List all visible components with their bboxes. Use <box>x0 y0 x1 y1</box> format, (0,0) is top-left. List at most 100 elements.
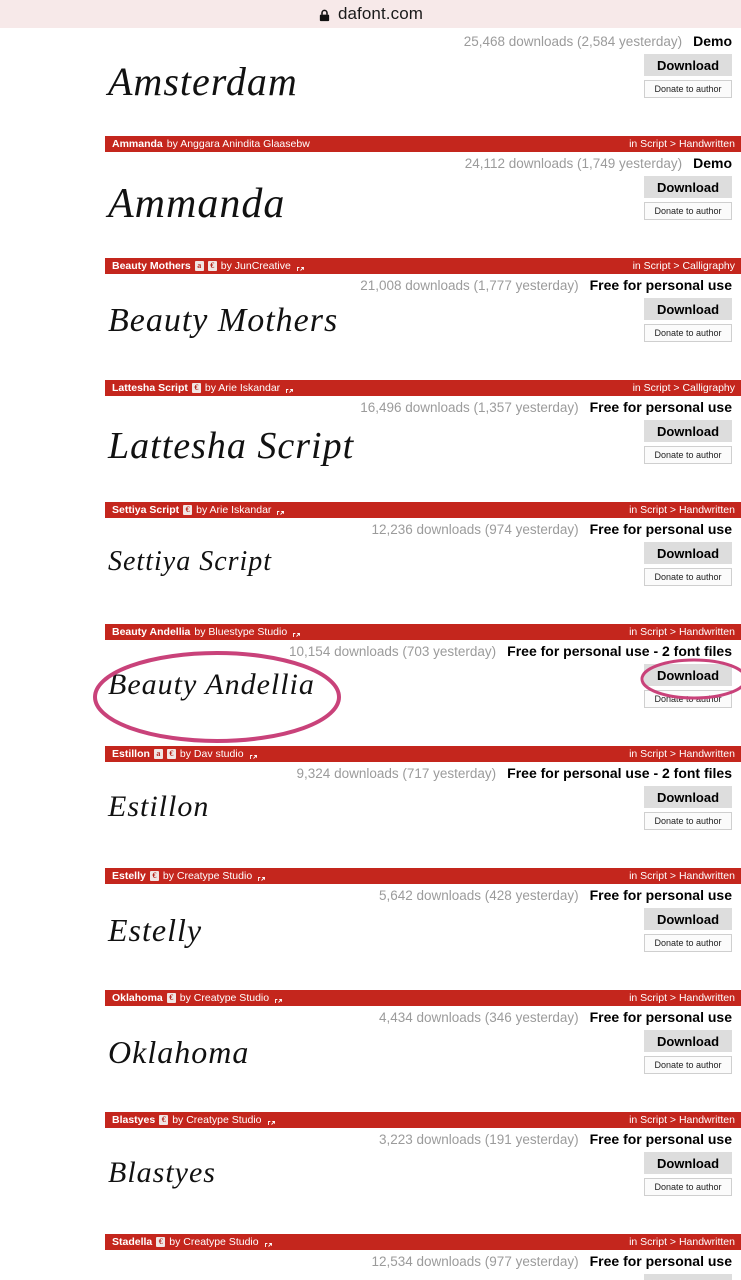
external-link-icon[interactable] <box>257 872 266 882</box>
downloads-count: 4,434 downloads (346 yesterday) <box>378 1010 579 1025</box>
font-name-link[interactable]: Estelly <box>112 871 146 882</box>
font-entry-body: Oklahoma Download Donate to author <box>0 1030 741 1074</box>
donate-to-author-button[interactable]: Donate to author <box>644 690 732 708</box>
font-entry-body: Settiya Script Download Donate to author <box>0 542 741 586</box>
font-action-buttons: Download Donate to author <box>644 786 741 830</box>
font-author-link[interactable]: by Creatype Studio <box>172 1115 261 1126</box>
font-action-buttons: Download Donate to author <box>644 1152 741 1196</box>
font-category-link[interactable]: in Script > Handwritten <box>629 627 735 638</box>
font-entry: Beauty Mothers a € by JunCreative in Script … <box>0 258 741 380</box>
font-category-link[interactable]: in Script > Calligraphy <box>633 261 735 272</box>
font-category-link[interactable]: in Script > Handwritten <box>629 871 735 882</box>
font-entry: Ammanda by Anggara Anindita Glaasebw in Sc… <box>0 136 741 258</box>
url-text: dafont.com <box>337 4 424 23</box>
downloads-count: 25,468 downloads (2,584 yesterday) <box>463 34 683 49</box>
download-button[interactable]: Download <box>644 1030 732 1052</box>
font-entry-header-left: Lattesha Script € by Arie Iskandar <box>112 383 633 394</box>
font-entry-header: Lattesha Script € by Arie Iskandar in Scrip… <box>105 380 741 396</box>
euro-badge-icon: € <box>207 261 217 271</box>
font-preview-text: Amsterdam <box>108 59 298 104</box>
download-button[interactable]: Download <box>644 298 732 320</box>
font-entry-header: Settiya Script € by Arie Iskandar in Script… <box>105 502 741 518</box>
donate-to-author-button[interactable]: Donate to author <box>644 202 732 220</box>
font-category-link[interactable]: in Script > Handwritten <box>629 505 735 516</box>
external-link-icon[interactable] <box>274 994 283 1004</box>
download-button[interactable]: Download <box>644 420 732 442</box>
external-link-icon[interactable] <box>276 506 285 516</box>
font-stats-row: 9,324 downloads (717 yesterday) Free for … <box>0 765 741 786</box>
external-link-icon[interactable] <box>249 750 258 760</box>
font-category-link[interactable]: in Script > Handwritten <box>629 1115 735 1126</box>
font-author-link[interactable]: by Anggara Anindita Glaasebw <box>167 139 310 150</box>
external-link-icon[interactable] <box>264 1238 273 1248</box>
download-button[interactable]: Download <box>644 908 732 930</box>
font-name-link[interactable]: Beauty Andellia <box>112 627 190 638</box>
font-stats-row: 3,223 downloads (191 yesterday) Free for … <box>0 1131 741 1152</box>
font-author-link[interactable]: by Arie Iskandar <box>205 383 280 394</box>
font-author-link[interactable]: by Creatype Studio <box>163 871 252 882</box>
euro-badge-icon: € <box>159 1115 169 1125</box>
font-author-link[interactable]: by JunCreative <box>221 261 291 272</box>
font-name-link[interactable]: Ammanda <box>112 139 163 150</box>
euro-badge-icon: € <box>191 383 201 393</box>
download-button[interactable]: Download <box>644 54 732 76</box>
donate-to-author-button[interactable]: Donate to author <box>644 446 732 464</box>
font-category-link[interactable]: in Script > Handwritten <box>629 993 735 1004</box>
font-entry-header: Stadella € by Creatype Studio in Script > H… <box>105 1234 741 1250</box>
download-button[interactable]: Download <box>644 1152 732 1174</box>
external-link-icon[interactable] <box>296 262 305 272</box>
font-author-link[interactable]: by Creatype Studio <box>180 993 269 1004</box>
font-entry-body: Blastyes Download Donate to author <box>0 1152 741 1196</box>
external-link-icon[interactable] <box>285 384 294 394</box>
font-name-link[interactable]: Estillon <box>112 749 150 760</box>
donate-to-author-button[interactable]: Donate to author <box>644 324 732 342</box>
donate-to-author-button[interactable]: Donate to author <box>644 80 732 98</box>
download-button[interactable]: Download <box>644 176 732 198</box>
font-name-link[interactable]: Stadella <box>112 1237 152 1248</box>
font-author-link[interactable]: by Arie Iskandar <box>196 505 271 516</box>
font-author-link[interactable]: by Bluestype Studio <box>194 627 287 638</box>
font-name-link[interactable]: Oklahoma <box>112 993 163 1004</box>
font-name-link[interactable]: Beauty Mothers <box>112 261 191 272</box>
downloads-count: 24,112 downloads (1,749 yesterday) <box>464 156 683 171</box>
external-link-icon[interactable] <box>267 1116 276 1126</box>
font-name-link[interactable]: Settiya Script <box>112 505 179 516</box>
download-button[interactable]: Download <box>644 542 732 564</box>
font-stats-row: 12,236 downloads (974 yesterday) Free for… <box>0 521 741 542</box>
download-button[interactable]: Download <box>644 1274 732 1280</box>
font-preview-text: Lattesha Script <box>108 425 355 467</box>
download-button[interactable]: Download <box>644 786 732 808</box>
font-entry-header-left: Ammanda by Anggara Anindita Glaasebw <box>112 139 629 150</box>
external-link-icon[interactable] <box>292 628 301 638</box>
download-button[interactable]: Download <box>644 664 732 686</box>
font-entry-header-left: Estillon a € by Dav studio <box>112 749 629 760</box>
font-category-link[interactable]: in Script > Handwritten <box>629 1237 735 1248</box>
font-author-link[interactable]: by Dav studio <box>180 749 244 760</box>
license-label: Free for personal use <box>589 1253 732 1269</box>
donate-to-author-button[interactable]: Donate to author <box>644 1056 732 1074</box>
font-entry-header: Blastyes € by Creatype Studio in Script > H… <box>105 1112 741 1128</box>
license-label: Free for personal use <box>589 887 732 903</box>
font-category-link[interactable]: in Script > Handwritten <box>629 139 735 150</box>
license-label: Free for personal use <box>589 399 732 415</box>
font-stats-row: 12,534 downloads (977 yesterday) Free for… <box>0 1253 741 1274</box>
font-name-link[interactable]: Lattesha Script <box>112 383 188 394</box>
donate-to-author-button[interactable]: Donate to author <box>644 1178 732 1196</box>
font-entry: Estelly € by Creatype Studio in Script > Ha… <box>0 868 741 990</box>
browser-address-bar[interactable]: dafont.com <box>0 0 741 29</box>
font-list-page: 25,468 downloads (2,584 yesterday) Demo Am… <box>0 28 741 1280</box>
donate-to-author-button[interactable]: Donate to author <box>644 812 732 830</box>
font-preview-text: Oklahoma <box>108 1034 250 1070</box>
font-stats-row: 4,434 downloads (346 yesterday) Free for … <box>0 1009 741 1030</box>
font-name-link[interactable]: Blastyes <box>112 1115 155 1126</box>
donate-to-author-button[interactable]: Donate to author <box>644 934 732 952</box>
font-entry: Beauty Andellia by Bluestype Studio in Scr… <box>0 624 741 746</box>
donate-to-author-button[interactable]: Donate to author <box>644 568 732 586</box>
font-entry: Lattesha Script € by Arie Iskandar in Scrip… <box>0 380 741 502</box>
font-category-link[interactable]: in Script > Handwritten <box>629 749 735 760</box>
font-entry-body: Estelly Download Donate to author <box>0 908 741 952</box>
font-entry-header-left: Settiya Script € by Arie Iskandar <box>112 505 629 516</box>
font-stats-row: 24,112 downloads (1,749 yesterday) Demo <box>0 155 741 176</box>
font-author-link[interactable]: by Creatype Studio <box>169 1237 258 1248</box>
font-category-link[interactable]: in Script > Calligraphy <box>633 383 735 394</box>
